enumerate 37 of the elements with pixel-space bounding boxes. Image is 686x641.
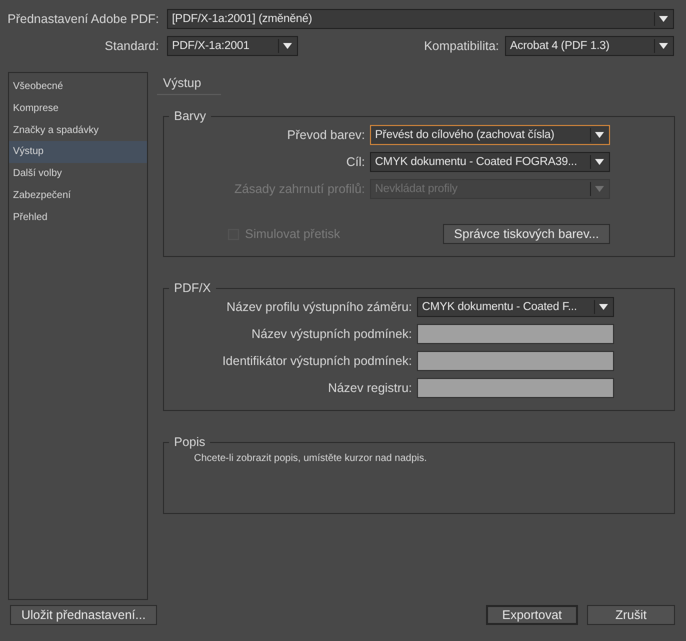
sidebar-item[interactable]: Komprese [9,98,147,120]
section-title: Výstup [157,72,221,95]
dropdown[interactable]: Převést do cílového (zachovat čísla) [370,125,610,145]
group-title: Popis [173,435,206,449]
caret-icon [595,159,604,165]
field-label: Převod barev: [286,128,366,142]
sidebar-item[interactable]: Zabezpečení [9,184,147,207]
field-label: Přednastavení Adobe PDF: [6,12,159,26]
dropdown[interactable]: CMYK dokumentu - Coated F... [417,297,614,317]
caret-icon [283,43,292,49]
field-label: Název výstupních podmínek: [250,327,413,341]
field-label: Identifikátor výstupních podmínek: [221,354,413,368]
save-preset-button[interactable]: Uložit přednastavení... [10,605,157,625]
field-label: Standard: [104,39,159,53]
export-button[interactable]: Exportovat [486,605,578,625]
sidebar-item[interactable]: Přehled [9,206,147,229]
sidebar-item[interactable]: Výstup [9,141,147,164]
dropdown[interactable]: [PDF/X-1a:2001] (změněné) [167,9,674,29]
dropdown[interactable]: CMYK dokumentu - Coated FOGRA39... [370,152,610,172]
caret-icon [659,16,668,22]
field-label: Cíl: [345,155,366,169]
cancel-button[interactable]: Zrušit [587,605,675,625]
dropdown[interactable]: PDF/X-1a:2001 [167,36,298,56]
caret-icon [599,304,608,310]
caret-icon [659,43,668,49]
group-title: Barvy [173,109,207,123]
description-text: Chcete-li zobrazit popis, umístěte kurzor nad nadpis. [193,452,428,464]
field-label: Název registru: [326,381,413,395]
caret-icon [595,132,604,138]
caret-icon [595,186,604,192]
group-title: PDF/X [173,281,212,295]
sidebar-item[interactable]: Další volby [9,163,147,185]
sidebar-item[interactable]: Všeobecné [9,76,147,98]
field-label: Název profilu výstupního záměru: [225,300,413,314]
dropdown[interactable]: Acrobat 4 (PDF 1.3) [505,36,674,56]
field-label: Kompatibilita: [424,39,499,53]
sidebar-item[interactable]: Značky a spadávky [9,120,147,142]
